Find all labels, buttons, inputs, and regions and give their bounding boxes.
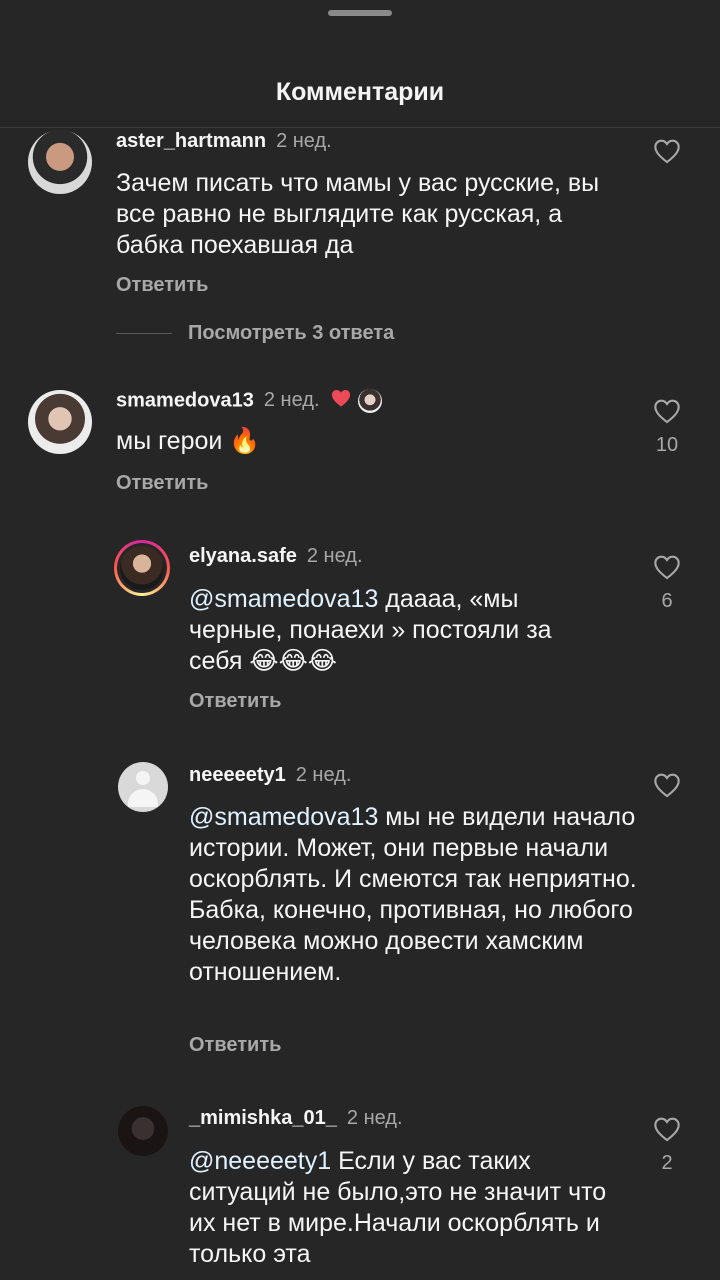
comment-text: @smamedova13 даааа, «мы черные, понаехи … [189,584,609,677]
avatar[interactable] [28,130,92,194]
mention-link[interactable]: @neeeeety1 [189,1147,331,1175]
mention-link[interactable]: @smamedova13 [189,803,378,831]
username[interactable]: elyana.safe [189,545,297,567]
heart-outline-icon [654,139,680,164]
like-button[interactable] [652,772,682,798]
reply-button[interactable]: Ответить [116,472,208,495]
heart-outline-icon [654,399,680,424]
reply-button[interactable]: Ответить [189,690,281,713]
avatar[interactable] [118,1106,168,1156]
username[interactable]: smamedova13 [116,389,254,411]
heart-outline-icon [654,1117,680,1142]
avatar[interactable] [118,762,168,812]
like-count: 10 [655,434,679,456]
reply-button[interactable]: Ответить [189,1034,281,1057]
comment-text: Зачем писать что мамы у вас русские, вы … [116,169,600,259]
username[interactable]: neeeeety1 [189,764,286,786]
mention-link[interactable]: @smamedova13 [189,585,378,613]
timestamp: 2 нед. [346,1107,403,1129]
view-replies-button[interactable]: Посмотреть 3 ответа [116,322,394,345]
view-replies-label: Посмотреть 3 ответа [188,322,395,344]
replies-line [116,333,172,335]
page-title: Комментарии [275,78,445,106]
timestamp: 2 нед. [306,545,363,567]
avatar[interactable] [114,540,170,596]
timestamp: 2 нед. [295,764,352,786]
username[interactable]: aster_hartmann [116,130,266,152]
drag-handle[interactable] [328,10,392,16]
like-count: 6 [661,590,673,612]
timestamp: 2 нед. [263,389,320,412]
creator-liked-heart-icon [330,388,352,414]
reply-button[interactable]: Ответить [116,274,208,297]
header-divider [0,127,720,128]
creator-mini-avatar [357,389,382,413]
comment-text: @neeeeety1 Если у вас таких ситуаций не … [189,1146,609,1270]
comment-text: @smamedova13 мы не видели начало истории… [189,802,639,988]
like-button[interactable] [652,138,682,164]
timestamp: 2 нед. [276,130,332,152]
like-button[interactable] [652,398,682,424]
heart-outline-icon [654,773,680,798]
username[interactable]: _mimishka_01_ [189,1107,337,1129]
heart-outline-icon [654,555,680,580]
like-button[interactable] [652,1116,682,1142]
like-count: 2 [661,1152,673,1174]
comment-text: мы герои 🔥 [116,427,261,455]
avatar[interactable] [28,390,92,454]
like-button[interactable] [652,554,682,580]
